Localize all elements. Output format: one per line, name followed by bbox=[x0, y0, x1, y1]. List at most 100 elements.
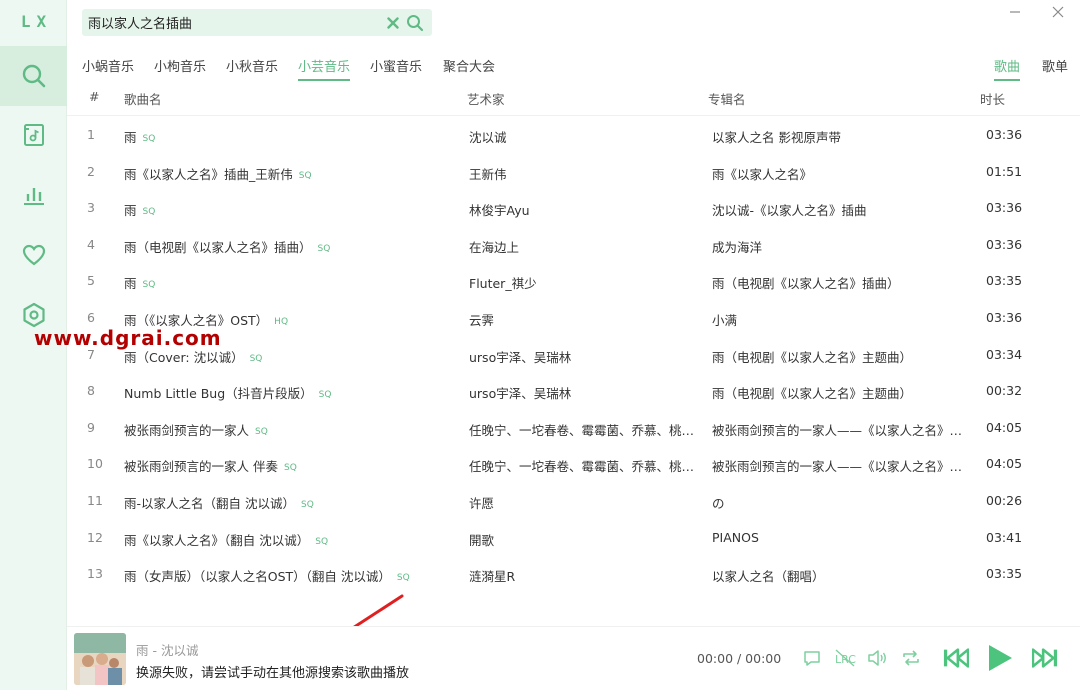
table-row[interactable]: 12 雨《以家人之名》（翻自 沈以诚） SQ 開歌 PIANOS 03:41 bbox=[67, 519, 1080, 556]
row-number: 13 bbox=[87, 566, 103, 582]
song-duration: 03:35 bbox=[986, 566, 1023, 582]
close-button[interactable] bbox=[1046, 3, 1070, 21]
next-button[interactable] bbox=[1032, 645, 1058, 671]
previous-button[interactable] bbox=[943, 645, 969, 671]
song-name[interactable]: 雨 SQ bbox=[124, 127, 454, 146]
quality-badge: SQ bbox=[301, 500, 314, 510]
song-album[interactable]: 雨（电视剧《以家人之名》主题曲） bbox=[712, 383, 974, 402]
tab-source-4[interactable]: 小芸音乐 bbox=[298, 56, 351, 81]
song-name[interactable]: 雨（女声版）（以家人之名OST）（翻自 沈以诚） SQ bbox=[124, 566, 454, 585]
song-album[interactable]: 小满 bbox=[712, 310, 974, 329]
table-row[interactable]: 11 雨-以家人之名（翻自 沈以诚） SQ 许愿 の 00:26 bbox=[67, 482, 1080, 519]
song-artist[interactable]: Fluter_祺少 bbox=[469, 273, 695, 292]
table-row[interactable]: 3 雨 SQ 林俊宇Ayu 沈以诚-《以家人之名》插曲 03:36 bbox=[67, 189, 1080, 226]
table-row[interactable]: 9 被张雨剑预言的一家人 SQ 任晚宁、一坨春卷、霉霉菌、乔慕、桃与... 被张雨… bbox=[67, 409, 1080, 446]
comment-heart-icon bbox=[804, 651, 820, 666]
volume-button[interactable] bbox=[865, 645, 891, 671]
lyrics-button[interactable]: LRC bbox=[832, 645, 858, 671]
song-album[interactable]: 雨《以家人之名》 bbox=[712, 164, 974, 183]
search-bar[interactable]: 雨以家人之名插曲 bbox=[82, 9, 432, 36]
song-artist[interactable]: urso宇泽、吴瑞林 bbox=[469, 383, 695, 402]
song-artist[interactable]: 云霁 bbox=[469, 310, 695, 329]
table-row[interactable]: 1 雨 SQ 沈以诚 以家人之名 影视原声带 03:36 bbox=[67, 116, 1080, 153]
song-duration: 03:36 bbox=[986, 310, 1023, 325]
song-name[interactable]: 被张雨剑预言的一家人 伴奏 SQ bbox=[124, 456, 454, 475]
tab-source-1[interactable]: 小蜗音乐 bbox=[82, 56, 134, 75]
song-artist[interactable]: 林俊宇Ayu bbox=[469, 200, 695, 219]
song-duration: 03:34 bbox=[986, 346, 1023, 362]
song-name[interactable]: 雨-以家人之名（翻自 沈以诚） SQ bbox=[124, 493, 454, 512]
song-artist[interactable]: 涟漪星R bbox=[469, 566, 695, 585]
quality-badge: SQ bbox=[249, 353, 263, 364]
song-name[interactable]: 雨 SQ bbox=[124, 273, 454, 292]
play-button[interactable] bbox=[987, 645, 1013, 671]
quality-badge: SQ bbox=[318, 390, 332, 401]
table-row[interactable]: 10 被张雨剑预言的一家人 伴奏 SQ 任晚宁、一坨春卷、霉霉菌、乔慕、桃与...… bbox=[67, 445, 1080, 482]
song-artist[interactable]: 任晚宁、一坨春卷、霉霉菌、乔慕、桃与... bbox=[469, 456, 695, 475]
table-row[interactable]: 2 雨《以家人之名》插曲_王新伟 SQ 王新伟 雨《以家人之名》 01:51 bbox=[67, 153, 1080, 190]
tab-source-5[interactable]: 小蜜音乐 bbox=[370, 56, 422, 75]
tab-source-6[interactable]: 聚合大会 bbox=[443, 56, 495, 75]
tab-source-3[interactable]: 小秋音乐 bbox=[226, 56, 278, 75]
song-name[interactable]: 雨 SQ bbox=[124, 200, 454, 219]
sidebar-item-leaderboard[interactable] bbox=[0, 165, 67, 225]
lyrics-icon: LRC bbox=[835, 649, 856, 667]
song-artist[interactable]: 在海边上 bbox=[469, 237, 695, 256]
row-number: 2 bbox=[87, 163, 95, 179]
skip-next-icon bbox=[1032, 648, 1058, 668]
watermark: www.dgrai.com bbox=[34, 326, 222, 350]
song-artist[interactable]: 许愿 bbox=[469, 493, 695, 512]
song-album[interactable]: 被张雨剑预言的一家人——《以家人之名》原创... bbox=[712, 456, 974, 475]
song-album[interactable]: 成为海洋 bbox=[712, 237, 974, 256]
row-number: 12 bbox=[87, 529, 103, 545]
row-number: 1 bbox=[87, 127, 95, 142]
row-number: 5 bbox=[87, 273, 95, 289]
column-header-name: 歌曲名 bbox=[124, 92, 162, 107]
tab-playlists[interactable]: 歌单 bbox=[1042, 56, 1068, 75]
song-album[interactable]: の bbox=[712, 493, 974, 512]
track-title: 雨 - 沈以诚 bbox=[136, 643, 199, 658]
sidebar-item-song-list[interactable] bbox=[0, 105, 67, 165]
sidebar-item-search[interactable] bbox=[0, 46, 67, 106]
song-album[interactable]: 被张雨剑预言的一家人——《以家人之名》原创... bbox=[712, 420, 974, 439]
tab-source-2[interactable]: 小枸音乐 bbox=[154, 56, 206, 75]
quality-badge: SQ bbox=[142, 280, 156, 291]
table-row[interactable]: 5 雨 SQ Fluter_祺少 雨（电视剧《以家人之名》插曲） 03:35 bbox=[67, 262, 1080, 299]
comment-button[interactable] bbox=[799, 645, 825, 671]
search-input[interactable]: 雨以家人之名插曲 bbox=[88, 13, 382, 32]
song-album[interactable]: 以家人之名 影视原声带 bbox=[712, 127, 974, 146]
clear-icon[interactable] bbox=[382, 12, 404, 34]
song-album[interactable]: PIANOS bbox=[712, 530, 974, 545]
table-row[interactable]: 8 Numb Little Bug（抖音片段版） SQ urso宇泽、吴瑞林 雨（… bbox=[67, 372, 1080, 409]
close-icon bbox=[1052, 6, 1064, 18]
row-number: 3 bbox=[87, 200, 95, 216]
song-duration: 04:05 bbox=[986, 456, 1023, 472]
song-album[interactable]: 雨（电视剧《以家人之名》主题曲） bbox=[712, 347, 974, 366]
song-artist[interactable]: 任晚宁、一坨春卷、霉霉菌、乔慕、桃与... bbox=[469, 420, 695, 439]
heart-icon bbox=[22, 244, 45, 266]
song-name[interactable]: 雨（电视剧《以家人之名》插曲） SQ bbox=[124, 237, 454, 256]
song-name[interactable]: 雨《以家人之名》（翻自 沈以诚） SQ bbox=[124, 530, 454, 549]
song-name[interactable]: 雨《以家人之名》插曲_王新伟 SQ bbox=[124, 164, 454, 183]
sidebar-item-favorites[interactable] bbox=[0, 225, 67, 285]
song-album[interactable]: 以家人之名（翻唱） bbox=[712, 566, 974, 585]
repeat-button[interactable] bbox=[898, 645, 924, 671]
song-artist[interactable]: 沈以诚 bbox=[469, 127, 695, 146]
table-row[interactable]: 13 雨（女声版）（以家人之名OST）（翻自 沈以诚） SQ 涟漪星R 以家人之名… bbox=[67, 555, 1080, 592]
table-row[interactable]: 4 雨（电视剧《以家人之名》插曲） SQ 在海边上 成为海洋 03:36 bbox=[67, 226, 1080, 263]
tab-songs[interactable]: 歌曲 bbox=[994, 56, 1021, 81]
album-cover[interactable] bbox=[74, 633, 126, 685]
search-icon[interactable] bbox=[404, 12, 426, 34]
song-artist[interactable]: 王新伟 bbox=[469, 164, 695, 183]
song-artist[interactable]: urso宇泽、吴瑞林 bbox=[469, 347, 695, 366]
song-album[interactable]: 沈以诚-《以家人之名》插曲 bbox=[712, 200, 974, 219]
column-header-album: 专辑名 bbox=[708, 92, 746, 107]
song-artist[interactable]: 開歌 bbox=[469, 530, 695, 549]
song-name[interactable]: 被张雨剑预言的一家人 SQ bbox=[124, 420, 454, 439]
repeat-icon bbox=[903, 650, 919, 666]
song-name[interactable]: Numb Little Bug（抖音片段版） SQ bbox=[124, 383, 454, 402]
song-album[interactable]: 雨（电视剧《以家人之名》插曲） bbox=[712, 273, 974, 292]
quality-badge: SQ bbox=[315, 536, 329, 547]
minimize-button[interactable] bbox=[1003, 3, 1027, 21]
play-icon bbox=[989, 645, 1012, 671]
